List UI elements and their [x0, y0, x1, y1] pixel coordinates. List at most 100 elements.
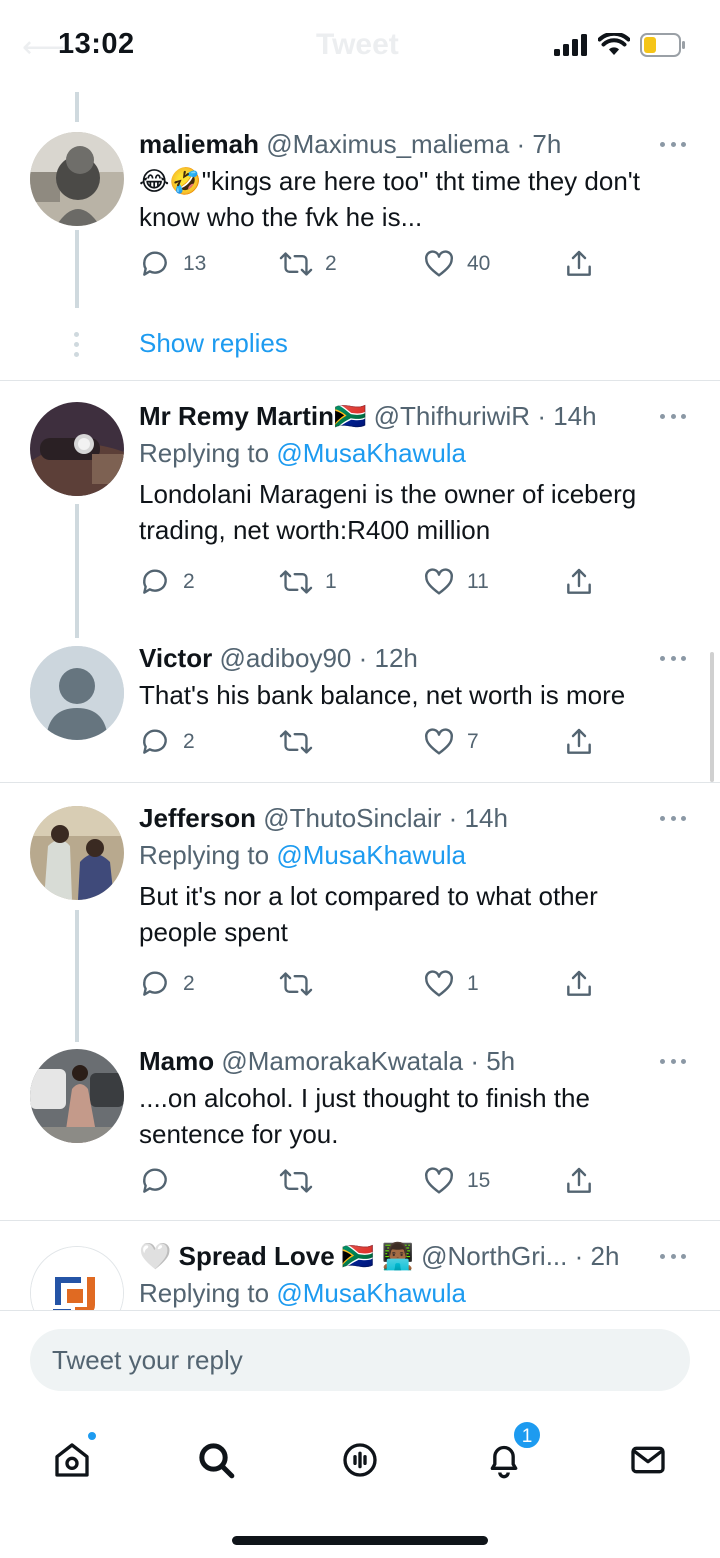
- like-count: 11: [467, 570, 489, 593]
- reply-button[interactable]: [139, 1163, 183, 1199]
- tweet-text: But it's nor a lot compared to what othe…: [139, 881, 598, 947]
- more-options-icon[interactable]: [660, 814, 686, 822]
- like-button[interactable]: 40: [423, 246, 490, 282]
- more-options-icon[interactable]: [660, 412, 686, 420]
- tweet-header: 🤍 Spread Love 🇿🇦 👨🏾‍💻 @NorthGri... · 2h: [139, 1240, 680, 1272]
- battery-icon: [640, 33, 685, 57]
- status-bar: ⟵ Tweet 13:02: [0, 0, 720, 92]
- replying-to-handle[interactable]: @MusaKhawula: [276, 840, 466, 870]
- share-icon: [567, 1167, 591, 1193]
- reply-input[interactable]: [30, 1329, 690, 1391]
- divider: [0, 1220, 720, 1221]
- like-count: 15: [467, 1169, 491, 1192]
- divider: [0, 380, 720, 381]
- display-name[interactable]: 🤍 Spread Love 🇿🇦 👨🏾‍💻: [139, 1241, 414, 1271]
- heart-icon: [425, 728, 453, 755]
- reply-button[interactable]: 2: [139, 724, 195, 760]
- timestamp: · 7h: [516, 129, 562, 159]
- like-button[interactable]: 1: [423, 966, 479, 1002]
- user-handle[interactable]: @ThutoSinclair: [263, 803, 441, 833]
- tab-search[interactable]: [186, 1430, 246, 1490]
- display-name[interactable]: Victor: [139, 643, 212, 673]
- share-icon: [567, 728, 591, 754]
- avatar[interactable]: [30, 806, 124, 900]
- avatar[interactable]: [30, 1049, 124, 1143]
- like-count: 1: [467, 972, 479, 995]
- more-options-icon[interactable]: [660, 654, 686, 662]
- tab-notifications[interactable]: 1: [474, 1420, 542, 1490]
- reply-composer[interactable]: [30, 1329, 690, 1391]
- thread-line: [75, 504, 79, 638]
- replying-to-handle[interactable]: @MusaKhawula: [276, 1278, 466, 1308]
- thread-line: [75, 910, 79, 1042]
- retweet-button[interactable]: 1: [279, 564, 337, 600]
- tweet-header: Victor @adiboy90 · 12h: [139, 642, 680, 674]
- reply-icon: [143, 251, 167, 276]
- retweet-icon: [279, 252, 313, 276]
- tweet-text: That's his bank balance, net worth is mo…: [139, 680, 626, 710]
- wifi-icon: [598, 33, 630, 55]
- heart-icon: [425, 1167, 453, 1194]
- thread-line: [75, 230, 79, 308]
- tab-spaces[interactable]: [330, 1430, 390, 1490]
- thread-line: [75, 92, 79, 122]
- display-name[interactable]: Mr Remy Martin🇿🇦: [139, 401, 366, 431]
- like-button[interactable]: 11: [423, 564, 489, 600]
- tweet-header: maliemah @Maximus_maliema · 7h: [139, 128, 680, 160]
- replying-to-line: Replying to @MusaKhawula: [139, 436, 680, 470]
- share-icon: [567, 568, 591, 594]
- more-options-icon[interactable]: [660, 1057, 686, 1065]
- retweet-button[interactable]: [279, 966, 325, 1002]
- more-options-icon[interactable]: [660, 140, 686, 148]
- tab-messages[interactable]: [618, 1430, 678, 1490]
- avatar[interactable]: [30, 646, 124, 740]
- share-button[interactable]: [563, 1163, 595, 1199]
- replying-to-label: Replying to: [139, 840, 270, 870]
- user-handle[interactable]: @MamorakaKwatala: [221, 1046, 463, 1076]
- heart-icon: [425, 250, 453, 277]
- tweet-text: ....on alcohol. I just thought to finish…: [139, 1083, 590, 1149]
- display-name[interactable]: Jefferson: [139, 803, 256, 833]
- avatar[interactable]: [30, 402, 124, 496]
- retweet-button[interactable]: [279, 724, 325, 760]
- reply-button[interactable]: 2: [139, 966, 195, 1002]
- reply-icon: [143, 569, 167, 594]
- show-replies-link[interactable]: Show replies: [139, 328, 288, 359]
- notifications-badge: 1: [512, 1420, 542, 1450]
- like-count: 40: [467, 252, 491, 275]
- display-name[interactable]: Mamo: [139, 1046, 214, 1076]
- reply-composer-bar: [0, 1310, 720, 1410]
- share-button[interactable]: [563, 966, 595, 1002]
- share-button[interactable]: [563, 724, 595, 760]
- replying-to-handle[interactable]: @MusaKhawula: [276, 438, 466, 468]
- retweet-button[interactable]: [279, 1163, 325, 1199]
- more-options-icon[interactable]: [660, 1252, 686, 1260]
- user-handle[interactable]: @Maximus_maliema: [266, 129, 509, 159]
- share-button[interactable]: [563, 246, 595, 282]
- tab-home[interactable]: [42, 1430, 102, 1490]
- home-indicator[interactable]: [232, 1536, 488, 1545]
- scrollbar[interactable]: [710, 652, 714, 782]
- user-handle[interactable]: @ThifhuriwiR: [374, 401, 530, 431]
- retweet-icon: [279, 1169, 313, 1193]
- reply-button[interactable]: 2: [139, 564, 195, 600]
- retweet-count: 1: [325, 570, 337, 593]
- timestamp: · 12h: [358, 643, 418, 673]
- like-button[interactable]: 15: [423, 1163, 490, 1199]
- avatar[interactable]: [30, 1246, 124, 1310]
- spaces-icon: [343, 1443, 377, 1477]
- share-button[interactable]: [563, 564, 595, 600]
- share-icon: [567, 970, 591, 996]
- like-button[interactable]: 7: [423, 724, 479, 760]
- user-handle[interactable]: @NorthGri...: [421, 1241, 567, 1271]
- search-icon: [199, 1443, 235, 1479]
- reply-icon: [143, 1168, 167, 1193]
- display-name[interactable]: maliemah: [139, 129, 259, 159]
- avatar[interactable]: [30, 132, 124, 226]
- retweet-icon: [279, 972, 313, 996]
- retweet-button[interactable]: 2: [279, 246, 337, 282]
- user-handle[interactable]: @adiboy90: [219, 643, 351, 673]
- reply-button[interactable]: 13: [139, 246, 206, 282]
- status-icons: [554, 32, 686, 58]
- replies-feed[interactable]: maliemah @Maximus_maliema · 7h 😂🤣"kings …: [0, 92, 720, 1310]
